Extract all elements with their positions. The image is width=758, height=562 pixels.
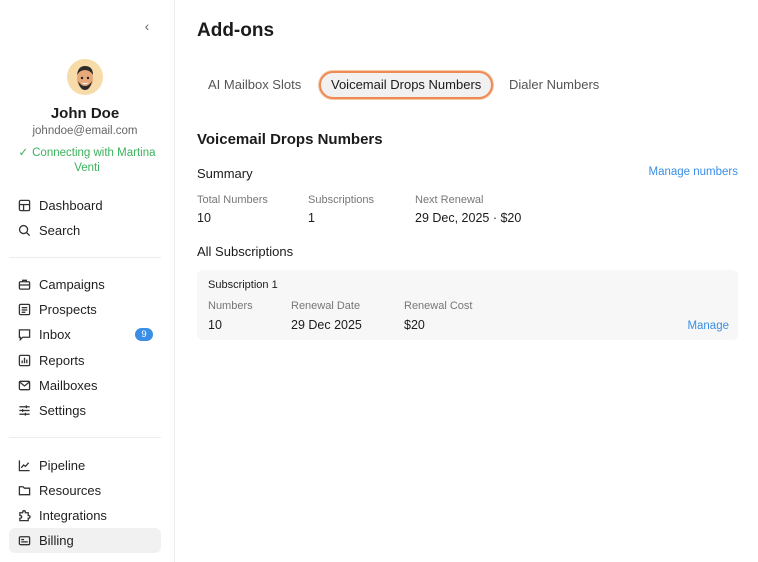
folder-icon (17, 484, 31, 498)
section-title: Voicemail Drops Numbers (197, 131, 383, 148)
tab-ai-mailbox-slots[interactable]: AI Mailbox Slots (198, 71, 311, 99)
list-icon (17, 303, 31, 317)
sliders-icon (17, 404, 31, 418)
subscription-name: Subscription 1 (208, 279, 278, 291)
subscription-numbers-value: 10 (208, 318, 222, 332)
tab-dialer-numbers[interactable]: Dialer Numbers (499, 71, 609, 99)
bar-chart-icon (17, 354, 31, 368)
divider (9, 437, 161, 438)
inbox-count-badge: 9 (135, 328, 153, 341)
card-icon (17, 534, 31, 548)
subscription-renewal-date-value: 29 Dec 2025 (291, 318, 362, 332)
sidebar-item-label: Prospects (39, 302, 97, 317)
manage-subscription-link[interactable]: Manage (687, 320, 729, 332)
sidebar-item-label: Mailboxes (39, 378, 98, 393)
sidebar-item-prospects[interactable]: Prospects (9, 297, 161, 322)
main-content: Add-ons AI Mailbox Slots Voicemail Drops… (175, 0, 758, 562)
trend-icon (17, 459, 31, 473)
subscription-numbers-label: Numbers (208, 300, 253, 312)
manage-numbers-link[interactable]: Manage numbers (649, 166, 739, 178)
sidebar-item-label: Inbox (39, 327, 71, 342)
mail-icon (17, 379, 31, 393)
sidebar-item-label: Pipeline (39, 458, 86, 473)
stat-value-total-numbers: 10 (197, 211, 211, 225)
user-email: johndoe@email.com (32, 125, 138, 137)
connection-status-text: Connecting with Martina Venti (32, 147, 156, 174)
sidebar-item-label: Search (39, 223, 81, 238)
sidebar-item-label: Resources (39, 483, 102, 498)
user-name: John Doe (50, 105, 120, 122)
dashboard-icon (17, 199, 31, 213)
stat-label-total-numbers: Total Numbers (197, 194, 268, 206)
sidebar-item-label: Reports (39, 353, 85, 368)
subscription-renewal-date-label: Renewal Date (291, 300, 361, 312)
sidebar-item-label: Settings (39, 403, 86, 418)
puzzle-icon (17, 509, 31, 523)
avatar[interactable] (67, 59, 103, 95)
tab-voicemail-drops-numbers[interactable]: Voicemail Drops Numbers (319, 71, 494, 99)
all-subscriptions-heading: All Subscriptions (197, 244, 294, 259)
sidebar-item-billing[interactable]: Billing (9, 528, 161, 553)
sidebar-item-campaigns[interactable]: Campaigns (9, 272, 161, 297)
check-icon: ✓ (18, 147, 29, 159)
sidebar-item-settings[interactable]: Settings (9, 398, 161, 423)
subscription-renewal-cost-value: $20 (404, 318, 425, 332)
chevron-left-icon[interactable]: ‹ (140, 18, 154, 34)
summary-heading: Summary (197, 166, 253, 181)
sidebar-item-dashboard[interactable]: Dashboard (9, 193, 161, 218)
subscription-renewal-cost-label: Renewal Cost (404, 300, 473, 312)
chat-icon (17, 328, 31, 342)
sidebar-item-mailboxes[interactable]: Mailboxes (9, 373, 161, 398)
subscription-card: Subscription 1 Numbers 10 Renewal Date 2… (197, 270, 738, 340)
page-title: Add-ons (197, 20, 275, 41)
connection-status: ✓ Connecting with Martina Venti (12, 146, 162, 176)
sidebar-item-integrations[interactable]: Integrations (9, 503, 161, 528)
sidebar-item-search[interactable]: Search (9, 218, 161, 243)
stat-value-next-renewal: 29 Dec, 2025 · $20 (415, 211, 522, 225)
sidebar: ‹ John Doe johndoe@email.com ✓ Connecting… (0, 0, 175, 562)
sidebar-item-inbox[interactable]: Inbox 9 (9, 322, 161, 347)
sidebar-item-label: Campaigns (39, 277, 105, 292)
stat-value-subscriptions: 1 (308, 211, 315, 225)
stat-label-next-renewal: Next Renewal (415, 194, 484, 206)
briefcase-icon (17, 278, 31, 292)
sidebar-item-pipeline[interactable]: Pipeline (9, 453, 161, 478)
sidebar-item-resources[interactable]: Resources (9, 478, 161, 503)
search-icon (17, 224, 31, 238)
sidebar-item-reports[interactable]: Reports (9, 348, 161, 373)
sidebar-item-label: Integrations (39, 508, 107, 523)
sidebar-item-label: Billing (39, 533, 74, 548)
sidebar-item-label: Dashboard (39, 198, 103, 213)
stat-label-subscriptions: Subscriptions (308, 194, 375, 206)
divider (9, 257, 161, 258)
